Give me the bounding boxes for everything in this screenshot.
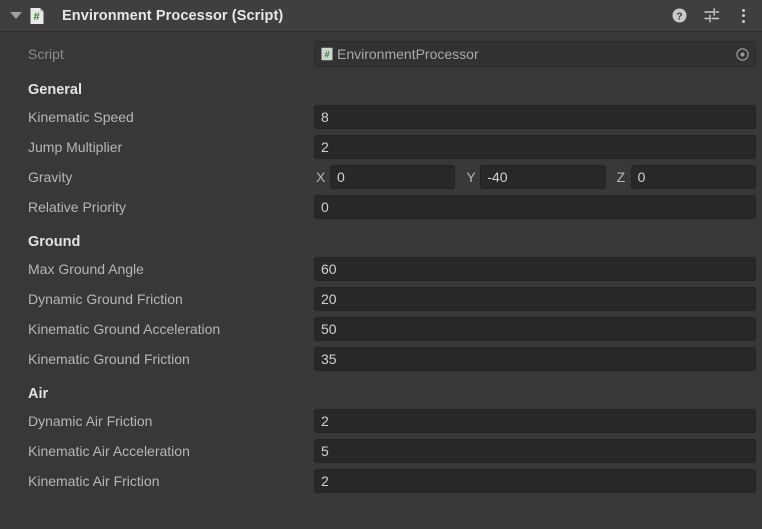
gravity-z-part: Z 0	[615, 165, 756, 189]
page-title: Environment Processor (Script)	[62, 7, 284, 24]
dynamic-ground-friction-input[interactable]: 20	[314, 287, 756, 311]
svg-text:#: #	[34, 11, 40, 23]
help-icon[interactable]: ?	[670, 7, 688, 25]
gravity-z-input[interactable]: 0	[630, 165, 756, 189]
section-heading-air: Air	[28, 386, 49, 402]
svg-text:?: ?	[676, 10, 682, 22]
property-label: Dynamic Ground Friction	[28, 291, 183, 307]
preset-settings-icon[interactable]	[702, 7, 720, 25]
relative-priority-input[interactable]: 0	[314, 195, 756, 219]
property-row-kinematic-air-friction: Kinematic Air Friction 2	[0, 469, 762, 493]
property-row-gravity: Gravity X 0 Y -40 Z 0	[0, 165, 762, 189]
object-picker-icon[interactable]	[733, 45, 751, 63]
property-row-jump-multiplier: Jump Multiplier 2	[0, 135, 762, 159]
gravity-y-part: Y -40	[464, 165, 606, 189]
gravity-x-input[interactable]: 0	[330, 165, 456, 189]
max-ground-angle-input[interactable]: 60	[314, 257, 756, 281]
inspector-body: Script # EnvironmentProcessor General Ki…	[0, 41, 762, 493]
property-label: Jump Multiplier	[28, 139, 123, 155]
kinematic-air-acceleration-input[interactable]: 5	[314, 439, 756, 463]
kebab-menu-icon[interactable]	[734, 7, 752, 25]
property-label: Kinematic Ground Acceleration	[28, 321, 221, 337]
property-row-relative-priority: Relative Priority 0	[0, 195, 762, 219]
property-label: Kinematic Air Friction	[28, 473, 160, 489]
kinematic-air-friction-input[interactable]: 2	[314, 469, 756, 493]
jump-multiplier-input[interactable]: 2	[314, 135, 756, 159]
script-object-value: EnvironmentProcessor	[337, 46, 479, 62]
property-row-dynamic-air-friction: Dynamic Air Friction 2	[0, 409, 762, 433]
section-heading-ground: Ground	[28, 234, 81, 250]
axis-label-z: Z	[616, 169, 626, 185]
kinematic-speed-input[interactable]: 8	[314, 105, 756, 129]
property-row-kinematic-ground-friction: Kinematic Ground Friction 35	[0, 347, 762, 371]
axis-label-x: X	[316, 169, 326, 185]
property-row-dynamic-ground-friction: Dynamic Ground Friction 20	[0, 287, 762, 311]
property-label: Relative Priority	[28, 199, 127, 215]
property-row-max-ground-angle: Max Ground Angle 60	[0, 257, 762, 281]
property-label: Max Ground Angle	[28, 261, 144, 277]
property-label: Kinematic Ground Friction	[28, 351, 190, 367]
property-row-kinematic-air-acceleration: Kinematic Air Acceleration 5	[0, 439, 762, 463]
property-label: Kinematic Air Acceleration	[28, 443, 190, 459]
gravity-y-input[interactable]: -40	[480, 165, 606, 189]
property-label: Gravity	[28, 169, 73, 185]
gravity-vector3-field: X 0 Y -40 Z 0	[314, 165, 756, 189]
section-heading-general: General	[28, 82, 82, 98]
unity-inspector-component: { "header": { "title": "Environment Proc…	[0, 0, 762, 529]
component-header: # Environment Processor (Script) ?	[0, 0, 762, 32]
script-object-field[interactable]: # EnvironmentProcessor	[314, 41, 756, 67]
property-label: Kinematic Speed	[28, 109, 134, 125]
svg-text:#: #	[324, 49, 330, 60]
property-row-kinematic-speed: Kinematic Speed 8	[0, 105, 762, 129]
header-actions: ?	[670, 7, 752, 25]
kinematic-ground-acceleration-input[interactable]: 50	[314, 317, 756, 341]
csharp-script-icon: #	[28, 7, 46, 25]
triangle-down-icon[interactable]	[8, 8, 24, 24]
property-row-kinematic-ground-acceleration: Kinematic Ground Acceleration 50	[0, 317, 762, 341]
axis-label-y: Y	[466, 169, 476, 185]
property-label: Dynamic Air Friction	[28, 413, 153, 429]
csharp-script-icon: #	[320, 47, 334, 61]
kinematic-ground-friction-input[interactable]: 35	[314, 347, 756, 371]
dynamic-air-friction-input[interactable]: 2	[314, 409, 756, 433]
script-field-label: Script	[28, 46, 64, 62]
script-field-row: Script # EnvironmentProcessor	[0, 41, 762, 67]
gravity-x-part: X 0	[314, 165, 456, 189]
